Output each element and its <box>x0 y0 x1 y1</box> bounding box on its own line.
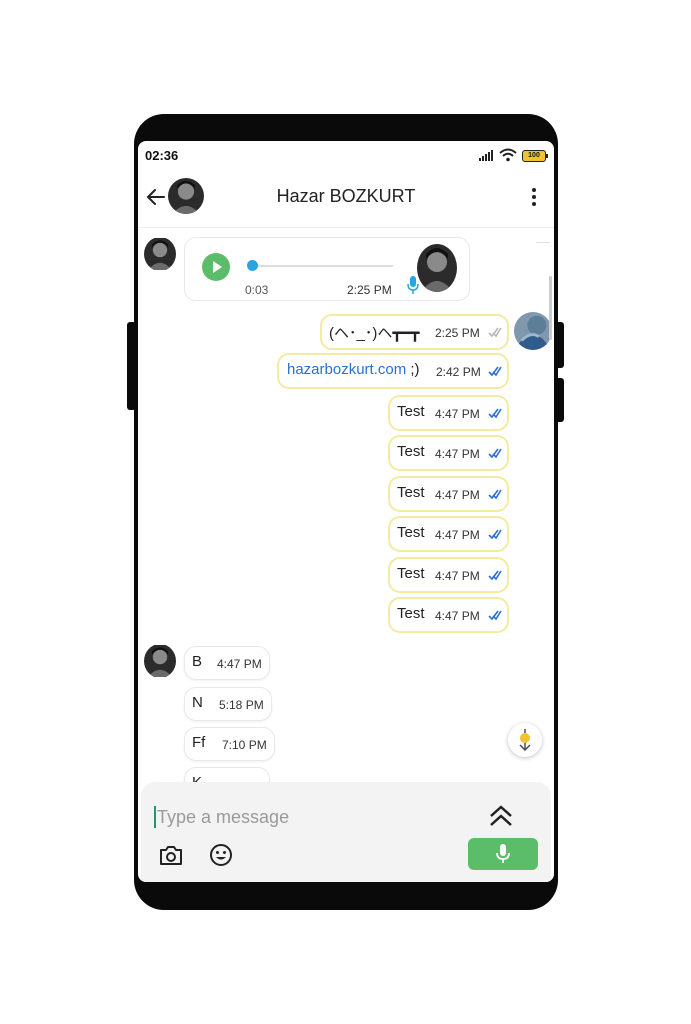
double-check-icon <box>488 327 502 338</box>
outgoing-message[interactable]: (ヘ･_･)ヘ┳━┳ 2:25 PM <box>320 314 509 350</box>
phone-left-button <box>127 322 136 410</box>
scroll-down-icon <box>519 729 531 751</box>
voice-seek-knob[interactable] <box>247 260 258 271</box>
phone-right-button-2 <box>555 378 564 422</box>
message-text-suffix: ;) <box>406 361 420 378</box>
sender-avatar[interactable] <box>144 237 176 271</box>
message-text: Ff <box>192 734 206 751</box>
double-check-icon <box>488 408 502 419</box>
message-time: 2:25 PM <box>435 326 480 340</box>
message-time: 2:25 PM <box>347 283 392 297</box>
outgoing-message[interactable]: hazarbozkurt.com ;) 2:42 PM <box>277 353 509 389</box>
message-time: 4:47 PM <box>435 488 480 502</box>
outgoing-message[interactable]: Test 4:47 PM <box>388 516 509 552</box>
text-cursor <box>154 806 156 828</box>
message-time: 2:42 PM <box>436 365 481 379</box>
chat-header: Hazar BOZKURT <box>138 169 554 228</box>
message-text: Test <box>397 443 425 460</box>
expand-up-icon[interactable] <box>488 804 514 828</box>
voice-sender-avatar <box>417 244 457 292</box>
wifi-icon <box>499 148 517 162</box>
double-check-icon <box>488 570 502 581</box>
message-time: 4:47 PM <box>435 609 480 623</box>
message-time: 5:18 PM <box>219 698 264 712</box>
double-check-icon <box>488 448 502 459</box>
chat-screen: 02:36 100 Hazar BOZKURT 0:03 2:25 PM (ヘ･… <box>138 141 554 882</box>
message-link[interactable]: hazarbozkurt.com <box>287 361 406 378</box>
status-time: 02:36 <box>145 148 179 163</box>
voice-message: 0:03 2:25 PM <box>184 237 470 301</box>
voice-duration: 0:03 <box>245 283 269 297</box>
message-text: N <box>192 694 203 711</box>
double-check-icon <box>488 529 502 540</box>
scrollbar-thumb[interactable] <box>549 276 552 340</box>
camera-icon[interactable] <box>159 844 183 866</box>
play-icon[interactable] <box>202 253 230 281</box>
message-text: Test <box>397 524 425 541</box>
double-check-icon <box>488 366 502 377</box>
message-text: (ヘ･_･)ヘ┳━┳ <box>329 325 420 342</box>
contact-name[interactable]: Hazar BOZKURT <box>138 186 554 207</box>
more-vert-icon[interactable] <box>530 186 538 208</box>
incoming-message[interactable]: N 5:18 PM <box>184 687 272 721</box>
message-time: 4:47 PM <box>435 447 480 461</box>
outgoing-message[interactable]: Test 4:47 PM <box>388 476 509 512</box>
message-composer <box>141 782 551 882</box>
outgoing-message[interactable]: Test 4:47 PM <box>388 395 509 431</box>
voice-seek-track[interactable] <box>251 265 393 267</box>
incoming-message[interactable]: B 4:47 PM <box>184 646 270 680</box>
signal-icon <box>479 149 495 161</box>
scroll-down-button[interactable] <box>508 723 542 757</box>
message-time: 4:47 PM <box>217 657 262 671</box>
phone-right-button-1 <box>555 322 564 368</box>
message-text: Test <box>397 605 425 622</box>
emoji-icon[interactable] <box>209 843 233 867</box>
double-check-icon <box>488 489 502 500</box>
outgoing-message[interactable]: Test 4:47 PM <box>388 597 509 633</box>
message-time: 7:10 PM <box>222 738 267 752</box>
record-voice-button[interactable] <box>468 838 538 870</box>
outgoing-message[interactable]: Test 4:47 PM <box>388 557 509 593</box>
message-text: hazarbozkurt.com ;) <box>287 361 420 378</box>
message-input[interactable] <box>157 804 457 830</box>
message-time: 4:47 PM <box>435 569 480 583</box>
message-text: Test <box>397 403 425 420</box>
message-text: Test <box>397 565 425 582</box>
mic-icon <box>496 844 510 863</box>
my-avatar[interactable] <box>514 312 552 350</box>
message-time: 4:47 PM <box>435 407 480 421</box>
mic-icon <box>407 276 419 294</box>
battery-icon: 100 <box>522 150 548 162</box>
double-check-icon <box>488 610 502 621</box>
outgoing-message[interactable]: Test 4:47 PM <box>388 435 509 471</box>
message-text: Test <box>397 484 425 501</box>
scroll-indicator-line <box>536 242 550 243</box>
incoming-message[interactable]: Ff 7:10 PM <box>184 727 275 761</box>
message-time: 4:47 PM <box>435 528 480 542</box>
sender-avatar[interactable] <box>144 644 176 678</box>
message-text: B <box>192 653 203 670</box>
status-bar: 02:36 100 <box>138 141 554 169</box>
